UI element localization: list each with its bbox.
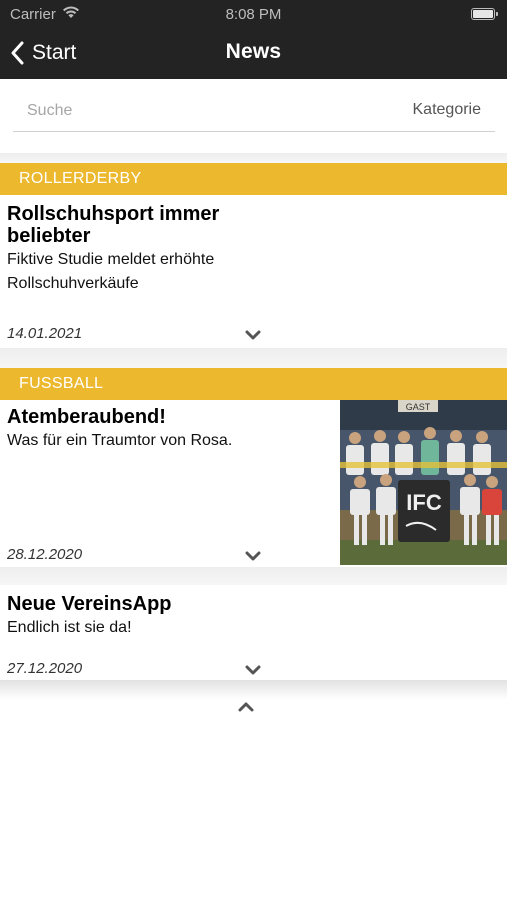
nav-row: Start News (0, 30, 507, 76)
news-item[interactable]: Neue VereinsApp Endlich ist sie da! 27.1… (0, 585, 507, 680)
team-photo-image: GAST IFC (340, 400, 507, 565)
news-item[interactable]: Atemberaubend! Was für ein Traumtor von … (0, 400, 507, 567)
page-title: News (225, 40, 282, 63)
article-teaser: Endlich ist sie da! (7, 619, 132, 636)
search-bar: Kategorie (13, 88, 495, 132)
chevron-down-icon[interactable] (244, 550, 262, 562)
divider (0, 567, 507, 585)
chevron-down-icon[interactable] (244, 664, 262, 676)
article-date: 27.12.2020 (7, 660, 83, 677)
article-title: Neue VereinsApp (7, 593, 172, 615)
chevron-up-icon[interactable] (237, 700, 255, 714)
category-header: ROLLERDERBY (0, 163, 507, 195)
divider (0, 153, 507, 163)
navigation-bar: Carrier 8:08 PM Start News (0, 0, 507, 79)
banner-text: IFC (406, 490, 442, 515)
article-teaser: Fiktive Studie meldet erhöhte Rollschuhv… (7, 251, 215, 292)
article-teaser: Was für ein Traumtor von Rosa. (7, 432, 233, 449)
chevron-down-icon[interactable] (244, 329, 262, 341)
list-end-shadow (0, 680, 507, 700)
status-bar: Carrier 8:08 PM (0, 0, 507, 28)
sign-text: GAST (406, 402, 431, 412)
article-photo: GAST IFC (340, 400, 507, 565)
divider (0, 348, 507, 368)
article-title: Rollschuhsport immer beliebter (7, 203, 220, 247)
article-title: Atemberaubend! (7, 406, 166, 428)
category-filter-button[interactable]: Kategorie (413, 101, 482, 119)
article-date: 28.12.2020 (7, 546, 83, 563)
news-item[interactable]: Rollschuhsport immer beliebter Fiktive S… (0, 195, 507, 348)
search-input[interactable] (13, 96, 313, 126)
category-header: FUSSBALL (0, 368, 507, 400)
article-date: 14.01.2021 (7, 325, 83, 342)
clock-label: 8:08 PM (225, 6, 282, 23)
battery-icon (471, 8, 498, 20)
news-feed: ROLLERDERBY Rollschuhsport immer beliebt… (0, 153, 507, 700)
